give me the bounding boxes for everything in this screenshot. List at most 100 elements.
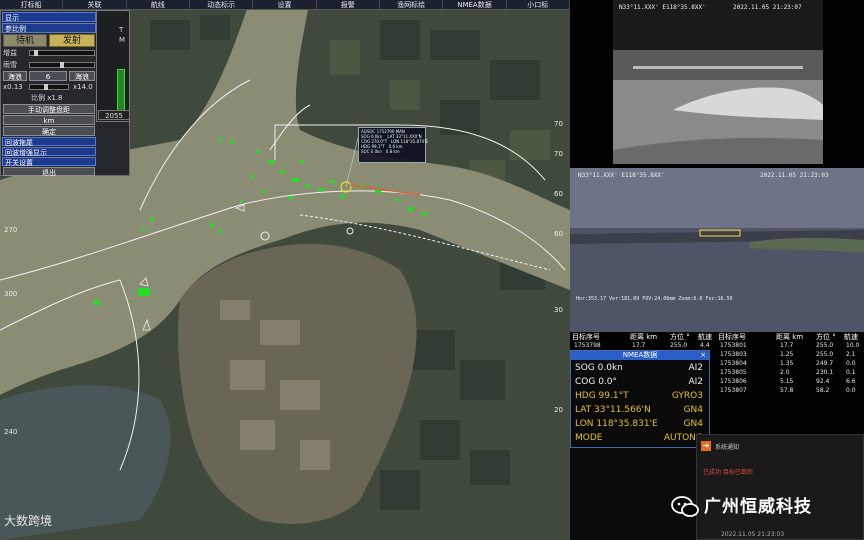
notification-time: 2022.11.05 21:23:03: [721, 531, 785, 538]
col-header-spd: 航速: [698, 333, 712, 341]
exit-button[interactable]: 退出: [3, 167, 95, 177]
nmea-row-cog: COG 0.0° AI2: [575, 375, 703, 389]
table-cell: 1753803: [720, 351, 747, 358]
ref-scale-toggle[interactable]: 参比例: [2, 23, 96, 33]
nmea-source: GYRO3: [671, 391, 703, 401]
col-header-id: 目标序号: [572, 333, 600, 341]
brand-watermark: 广州恒威科技: [668, 486, 864, 526]
brand-name: 广州恒威科技: [704, 497, 812, 517]
bearing-label: 270: [4, 226, 18, 234]
table-cell: 5.15: [780, 378, 794, 385]
bearing-label: 70: [554, 120, 563, 128]
bearing-label: 300: [4, 290, 18, 298]
table-cell: 2.0: [780, 369, 790, 376]
thermal-timestamp: 2022.11.05 21:23:07: [733, 4, 802, 11]
menu-item-small-mark[interactable]: 小口标: [507, 0, 570, 9]
col-header-id-2: 目标序号: [718, 333, 746, 341]
table-cell: 230.1: [816, 369, 834, 376]
menu-item-alarm[interactable]: 报警: [317, 0, 380, 9]
unit-field[interactable]: km: [3, 115, 95, 125]
table-cell: 1753801: [720, 342, 747, 349]
visible-coords: N33°11.XXX' E118°35.8XX': [578, 172, 665, 179]
top-menu-bar: 打标船 关联 航线 动态标示 设置 报警 渔网标绘 NMEA数据 小口标: [0, 0, 570, 10]
menu-item-fishnet[interactable]: 渔网标绘: [380, 0, 444, 9]
nmea-row-hdg: HDG 99.1°T GYRO3: [575, 389, 703, 403]
table-cell: 1.25: [780, 351, 794, 358]
echo-trail-toggle[interactable]: 回波拖尾: [2, 137, 96, 147]
bearing-label: 60: [554, 190, 563, 198]
tm-label: T M: [119, 26, 126, 44]
menu-item-settings[interactable]: 设置: [253, 0, 317, 9]
gain-label: 增益: [3, 49, 17, 57]
sea-plus-button[interactable]: 海浪: [69, 71, 95, 81]
nmea-panel-title: NMEA数据: [571, 351, 709, 360]
table-cell: 0.0: [846, 387, 856, 394]
col-header-brg: 方位 °: [670, 333, 690, 341]
bearing-label: 30: [554, 306, 563, 314]
visible-image: [570, 168, 864, 332]
screen: 270 300 240 70 70 60 60 30 20 ADSOC 1752…: [0, 0, 864, 540]
display-toggle[interactable]: 显示: [2, 12, 96, 22]
close-icon[interactable]: ×: [699, 351, 707, 360]
menu-item-link[interactable]: 关联: [63, 0, 127, 9]
target-info-popup: ADSOC 1752790 MAN SOG 0.0kn LAT 33°11.XX…: [358, 127, 428, 163]
table-cell: 1753807: [720, 387, 747, 394]
nmea-source: AI2: [688, 363, 703, 373]
nmea-source: GN4: [683, 405, 703, 415]
nmea-source: AI2: [688, 377, 703, 387]
ptz-status: Hor:353.17 Ver:181.09 FOV:24.06mm Zoom:6…: [576, 296, 733, 302]
table-cell: 249.7: [816, 360, 834, 367]
standby-button[interactable]: 待机: [3, 34, 47, 47]
signal-level-bar: [117, 69, 125, 115]
wechat-icon: [671, 496, 699, 517]
table-cell: 6.6: [846, 378, 856, 385]
table-cell: 1753806: [720, 378, 747, 385]
menu-item-mark-ship[interactable]: 打标船: [0, 0, 64, 9]
table-cell: 58.2: [816, 387, 830, 394]
table-cell: 2.1: [846, 351, 856, 358]
table-cell: 17.7: [632, 342, 646, 349]
transmit-button[interactable]: 发射: [49, 34, 95, 47]
bearing-label: 240: [4, 428, 18, 436]
switch-settings-toggle[interactable]: 开关设置: [2, 157, 96, 167]
table-cell: 10.0: [846, 342, 860, 349]
thermal-camera-view[interactable]: N33°11.XXX' E118°35.8XX' 2022.11.05 21:2…: [613, 0, 823, 164]
notification-title: 系统通知: [715, 444, 740, 451]
table-cell: 255.0: [816, 351, 834, 358]
scale-label: 比例 x1.8: [31, 94, 63, 102]
rain-slider[interactable]: [29, 62, 95, 68]
range-max-label: x14.0: [73, 83, 93, 91]
nmea-key: MODE: [575, 433, 603, 443]
echo-enhance-toggle[interactable]: 回波增强显示: [2, 147, 96, 157]
menu-item-nmea[interactable]: NMEA数据: [443, 0, 507, 9]
range-slider[interactable]: [29, 84, 69, 90]
nmea-key: LAT 33°11.566'N: [575, 405, 651, 415]
table-cell: 255.0: [816, 342, 834, 349]
menu-item-dynamic-mark[interactable]: 动态标示: [190, 0, 254, 9]
table-cell: 1.35: [780, 360, 794, 367]
sea-minus-button[interactable]: 海浪: [3, 71, 27, 81]
visible-camera-view[interactable]: N33°11.XXX' E118°35.8XX' 2022.11.05 21:2…: [570, 168, 864, 332]
table-cell: 17.7: [780, 342, 794, 349]
rain-label: 雨雪: [3, 61, 17, 69]
manual-adjust-button[interactable]: 手动调整盘距: [3, 104, 95, 114]
table-cell: 1753804: [720, 360, 747, 367]
table-cell: 4.4: [700, 342, 710, 349]
gain-slider[interactable]: [29, 50, 95, 56]
menu-item-route[interactable]: 航线: [127, 0, 190, 9]
col-header-spd-2: 航速: [844, 333, 858, 341]
notification-message: 已成功 目标已跟踪: [703, 469, 753, 476]
table-cell: 0.1: [846, 369, 856, 376]
nmea-row-lon: LON 118°35.831'E GN4: [575, 417, 703, 431]
table-cell: 255.0: [670, 342, 688, 349]
counter-value: 2055: [98, 110, 130, 120]
target-info-text: ADSOC 1752790 MAN SOG 0.0kn LAT 33°11.XX…: [361, 129, 428, 154]
table-cell: 0.0: [846, 360, 856, 367]
confirm-button[interactable]: 确定: [3, 126, 95, 136]
thermal-coords: N33°11.XXX' E118°35.8XX': [619, 4, 706, 11]
table-cell[interactable]: 1753798: [574, 342, 601, 349]
thermal-image: [613, 0, 823, 164]
radar-map[interactable]: 270 300 240 70 70 60 60 30 20 ADSOC 1752…: [0, 0, 570, 540]
col-header-brg-2: 方位 °: [816, 333, 836, 341]
range-min-label: x0.13: [3, 83, 23, 91]
